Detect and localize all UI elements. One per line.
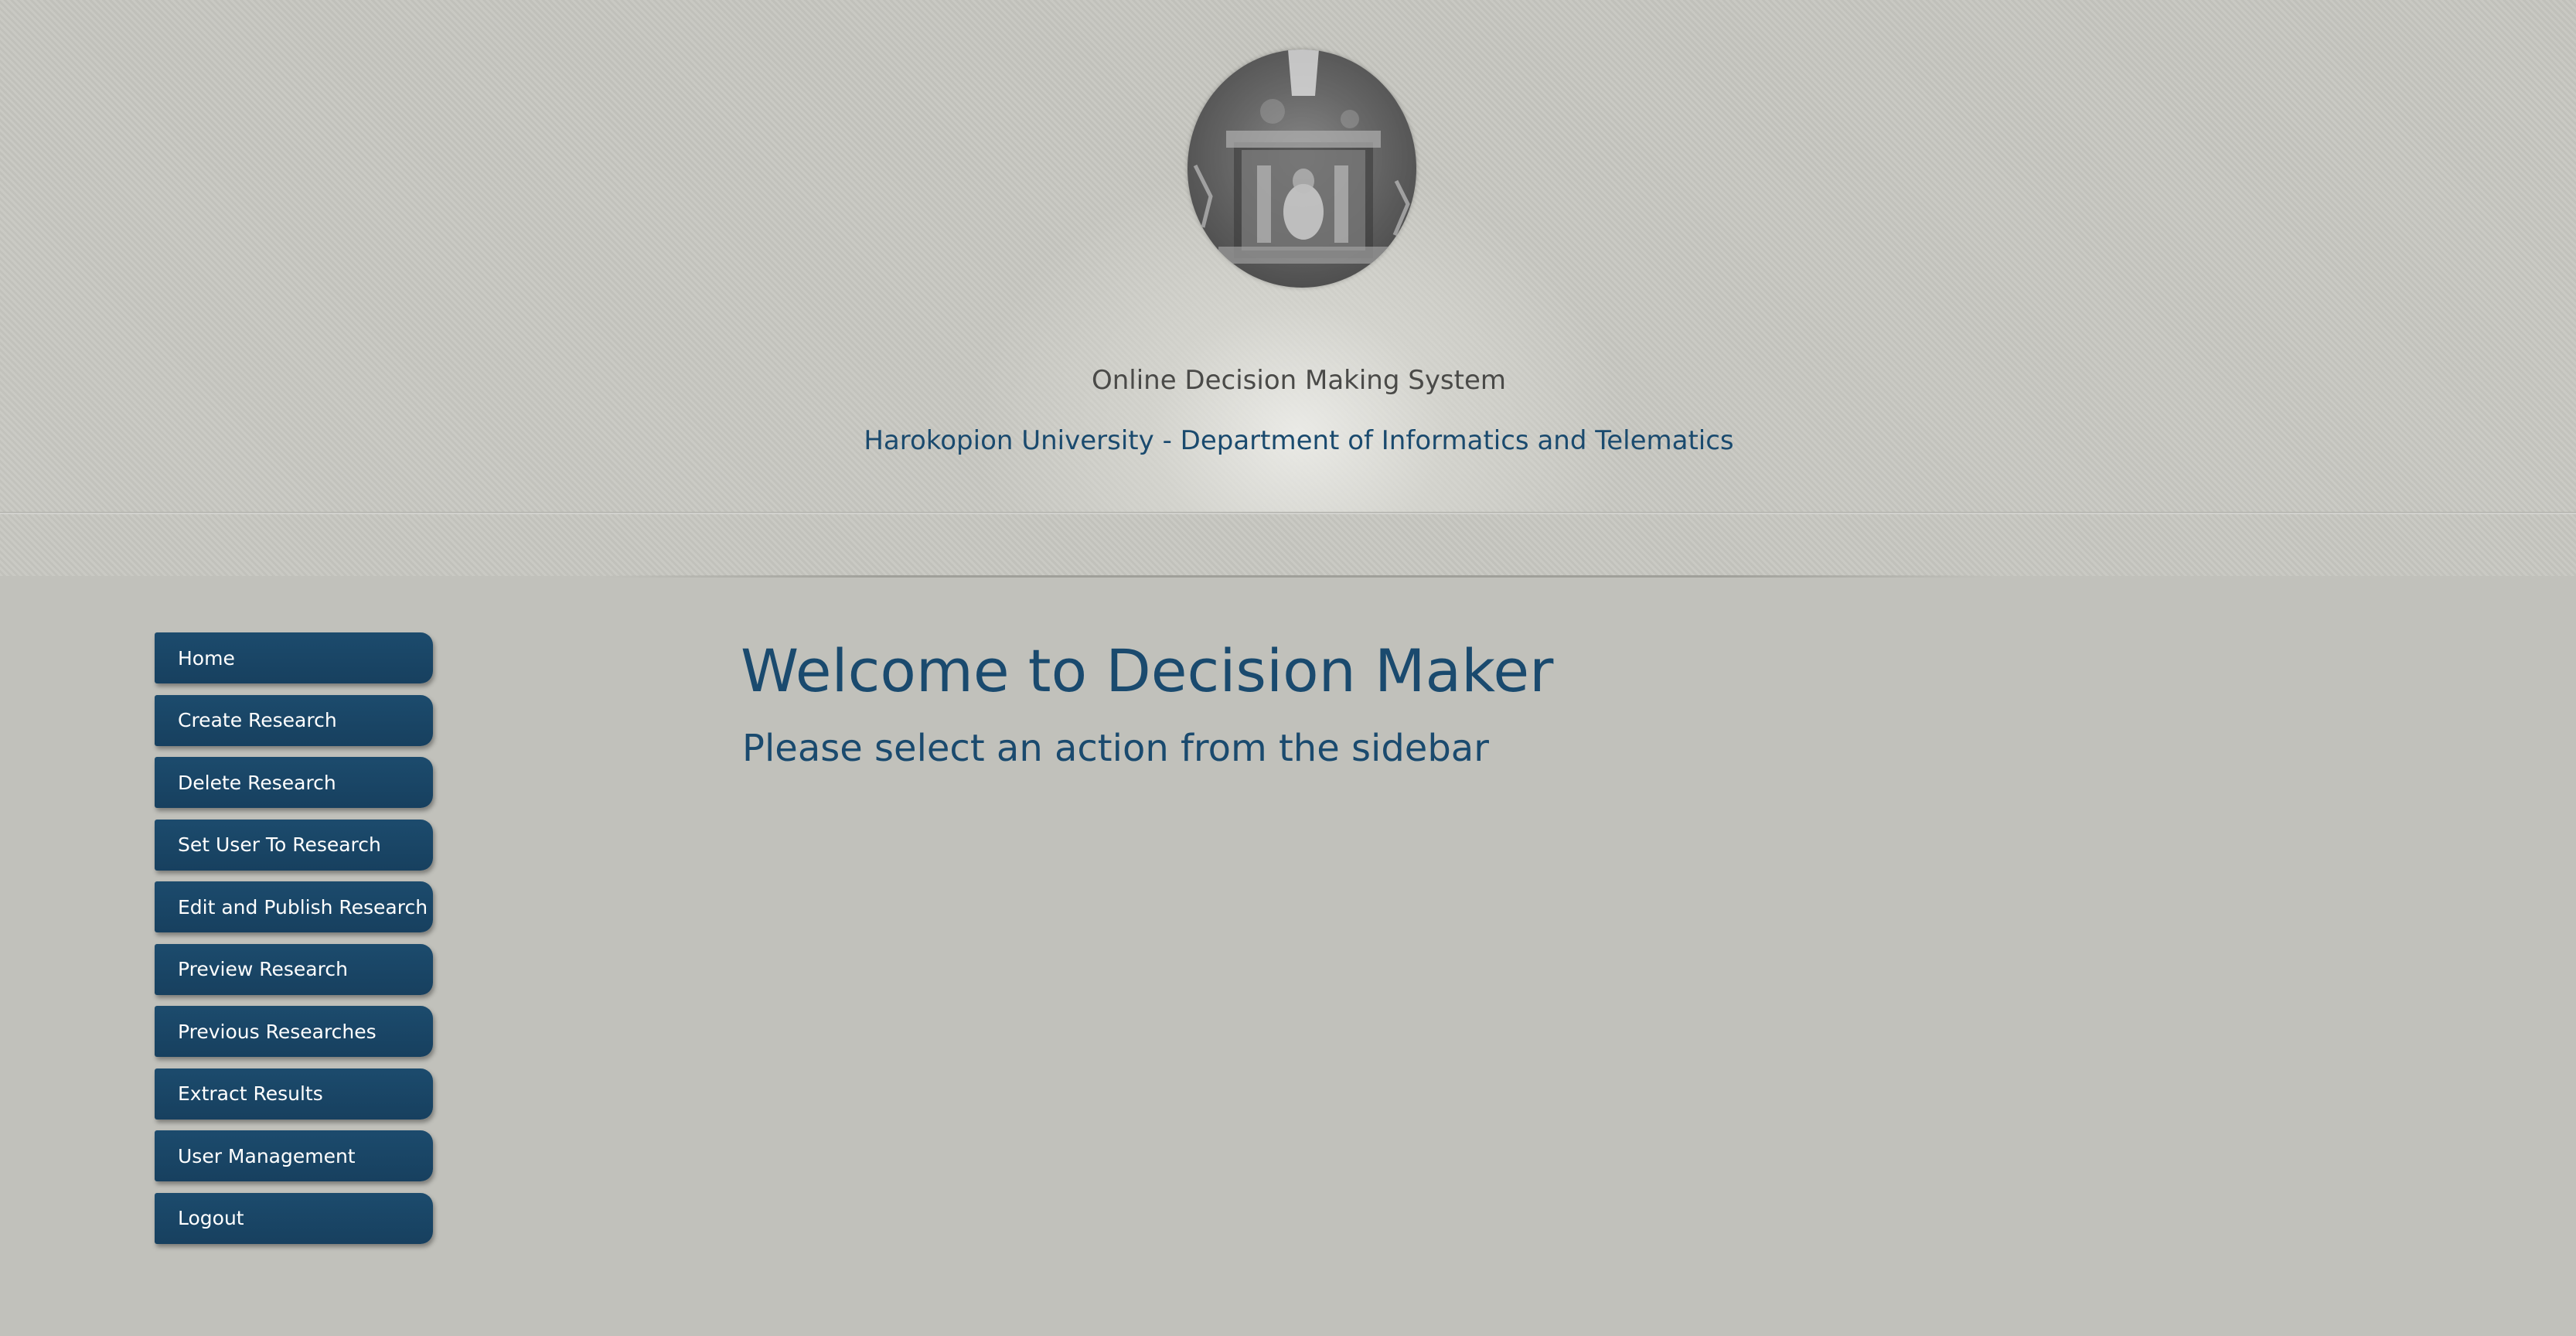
sidebar-item-edit-and-publish-research[interactable]: Edit and Publish Research	[155, 881, 433, 932]
band-divider	[603, 575, 1995, 578]
main-content: Welcome to Decision Maker Please select …	[741, 639, 1553, 770]
sidebar-nav: Home Create Research Delete Research Set…	[155, 632, 433, 1255]
university-seal-logo	[1187, 49, 1416, 288]
sidebar-item-previous-researches[interactable]: Previous Researches	[155, 1006, 433, 1057]
sidebar-item-set-user-to-research[interactable]: Set User To Research	[155, 819, 433, 871]
sidebar-item-logout[interactable]: Logout	[155, 1192, 433, 1244]
header-band	[0, 514, 2576, 576]
sidebar-item-user-management[interactable]: User Management	[155, 1130, 433, 1181]
sidebar-item-home[interactable]: Home	[155, 632, 433, 683]
sidebar-item-create-research[interactable]: Create Research	[155, 694, 433, 746]
sidebar-item-delete-research[interactable]: Delete Research	[155, 757, 433, 808]
institution-name: Harokopion University - Department of In…	[864, 425, 1734, 456]
page-title: Welcome to Decision Maker	[741, 636, 1554, 705]
coin-relief-icon	[1187, 49, 1416, 288]
page-hint: Please select an action from the sidebar	[742, 726, 1489, 770]
sidebar-item-preview-research[interactable]: Preview Research	[155, 943, 433, 995]
sidebar-item-extract-results[interactable]: Extract Results	[155, 1068, 433, 1120]
system-subtitle: Online Decision Making System	[1091, 365, 1507, 396]
